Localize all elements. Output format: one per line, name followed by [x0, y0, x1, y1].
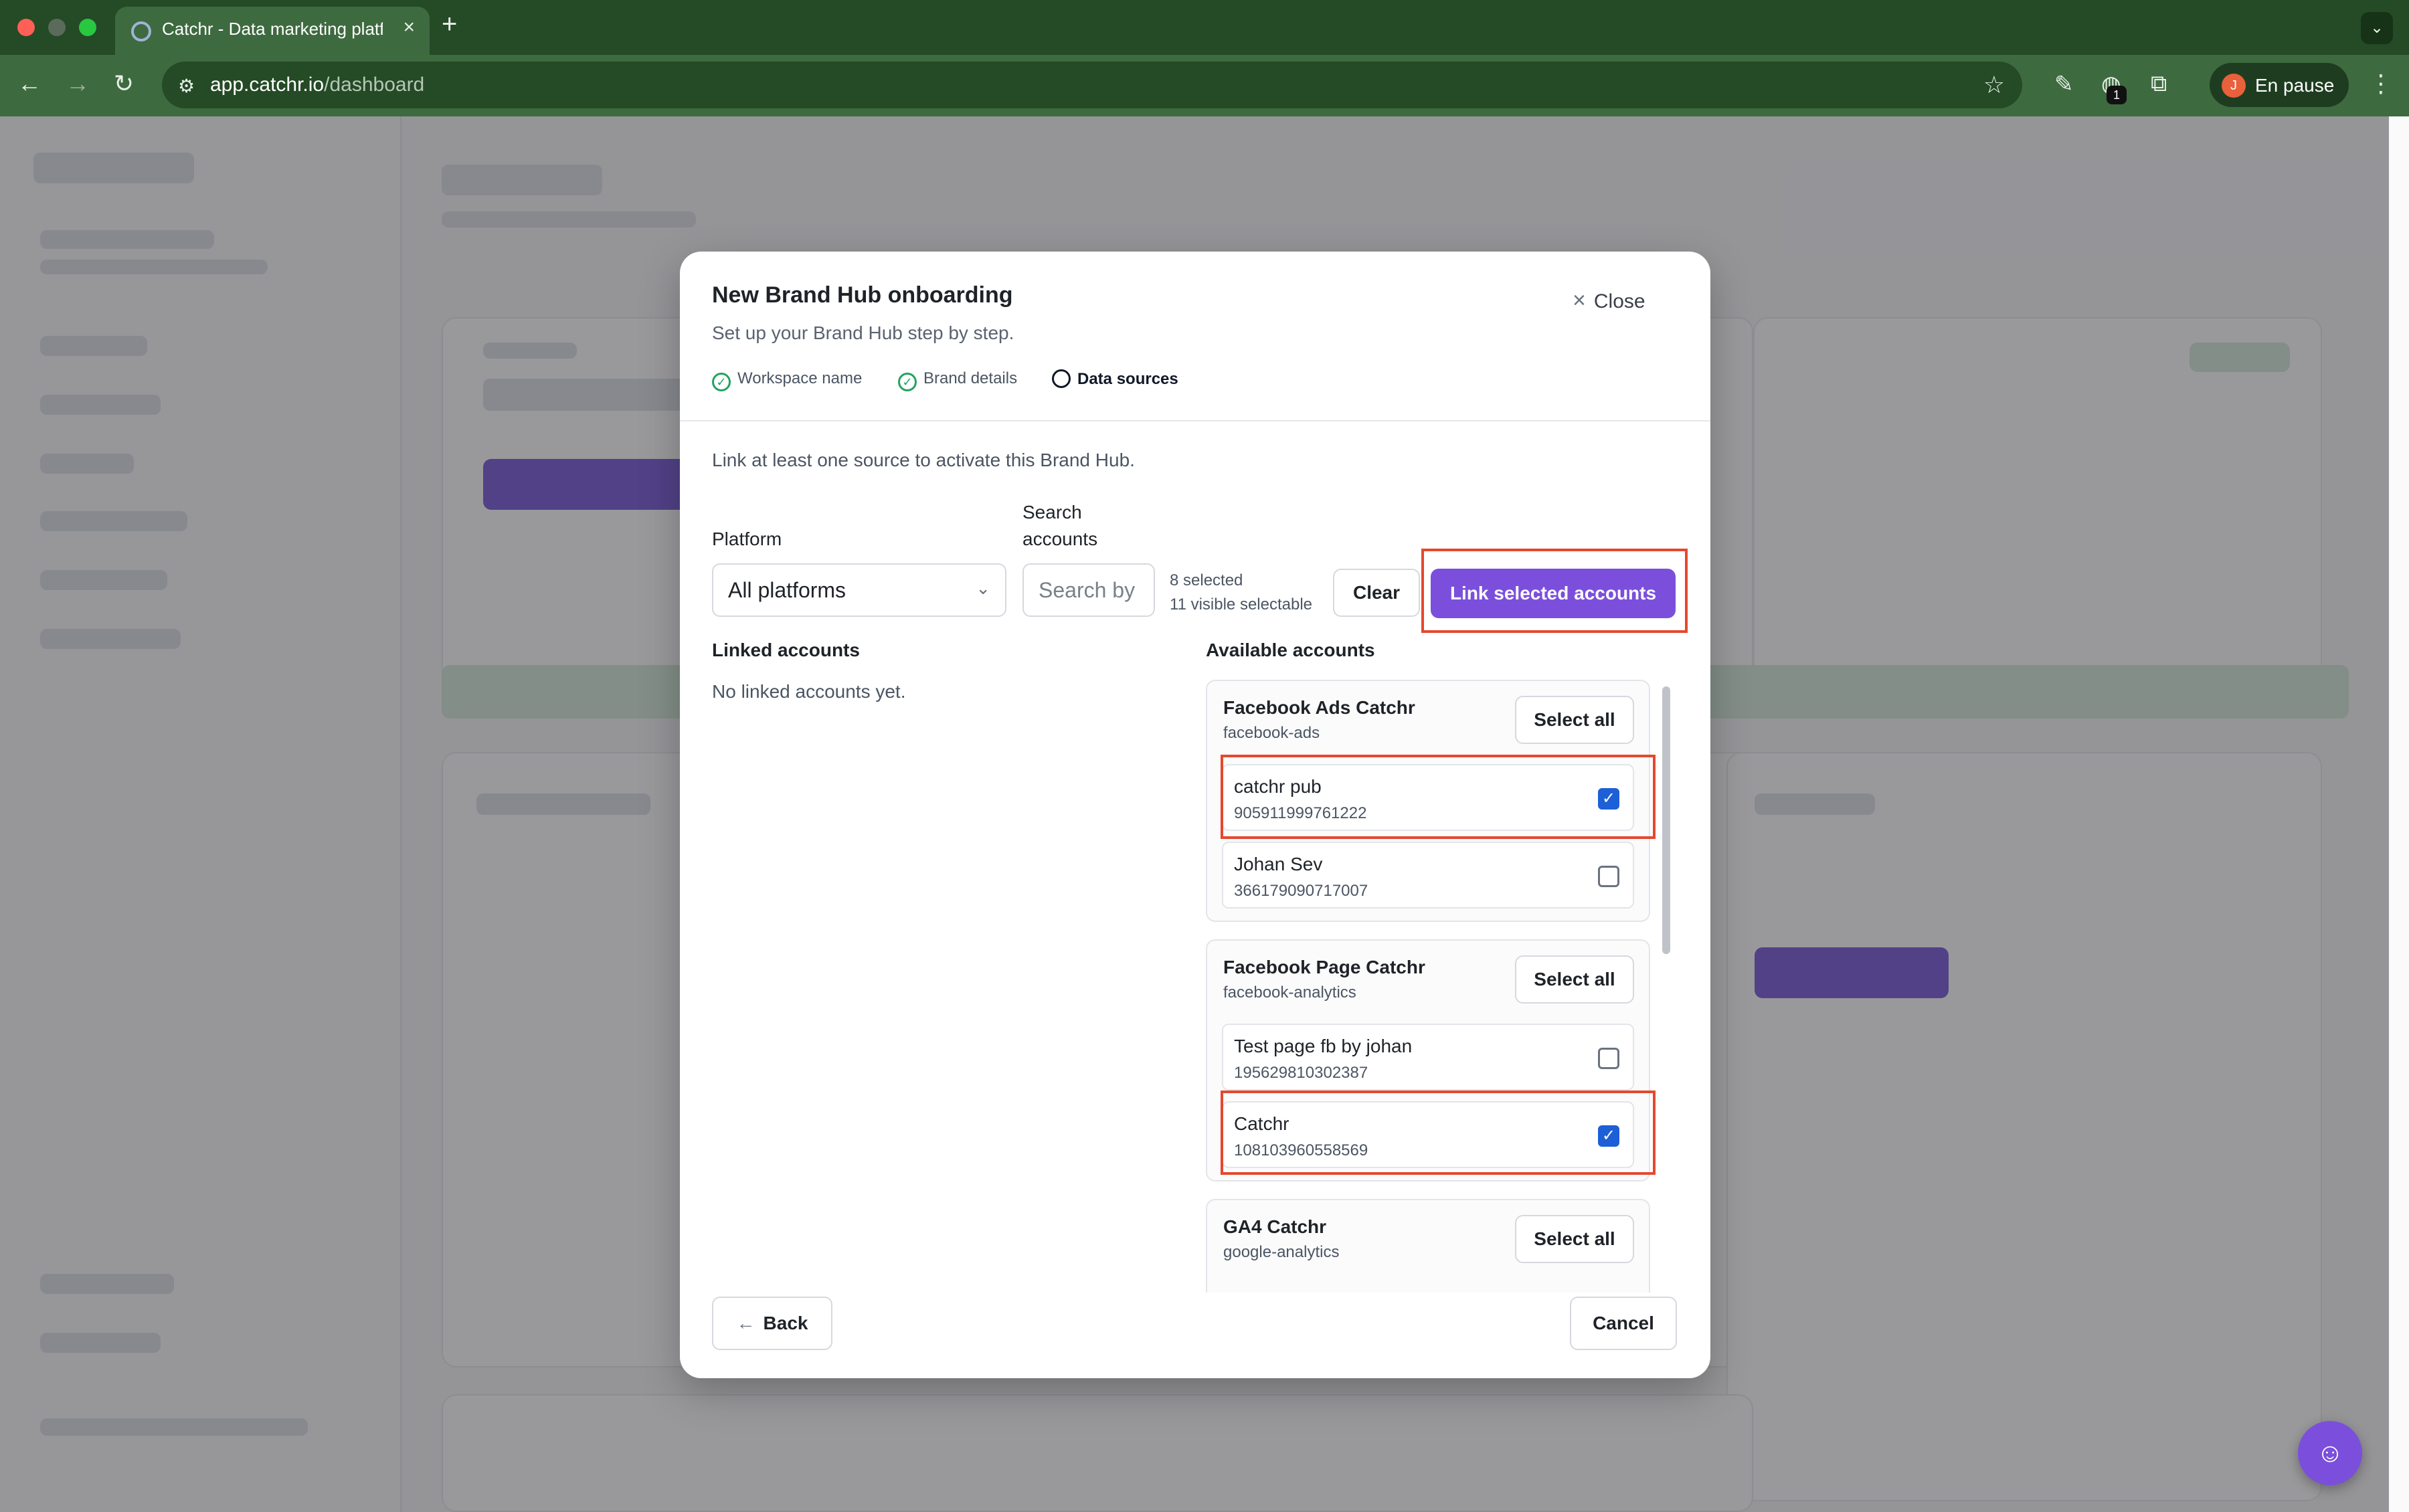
search-accounts-input[interactable]	[1024, 565, 1154, 616]
link-selected-accounts-button[interactable]: Link selected accounts	[1431, 569, 1676, 618]
group-name: Facebook Page Catchr	[1223, 957, 1425, 977]
group-platform: google-analytics	[1223, 1243, 1340, 1261]
step-brand-details: ✓ Brand details	[898, 369, 1017, 391]
cancel-button[interactable]: Cancel	[1570, 1297, 1677, 1350]
select-all-button[interactable]: Select all	[1515, 1215, 1634, 1263]
platform-label: Platform	[712, 529, 782, 549]
window-close-dot[interactable]	[17, 19, 35, 36]
clear-button[interactable]: Clear	[1333, 569, 1420, 617]
catchr-favicon-icon	[131, 21, 151, 41]
selection-summary: 8 selected 11 visible selectable	[1170, 569, 1312, 617]
modal-title: New Brand Hub onboarding	[712, 282, 1013, 308]
highlight-box	[1221, 755, 1656, 839]
forward-arrow-icon[interactable]: →	[66, 70, 90, 98]
selected-count: 8 selected	[1170, 571, 1243, 589]
browser-tab-catchr[interactable]: Catchr - Data marketing platform ×	[115, 7, 430, 55]
modal-subtitle: Set up your Brand Hub step by step.	[712, 322, 1014, 343]
platform-select[interactable]: All platforms ⌄	[712, 563, 1006, 617]
account-id: 366179090717007	[1234, 882, 1368, 900]
available-accounts-list[interactable]: Facebook Ads Catchr facebook-ads Select …	[1206, 680, 1681, 1293]
linked-accounts-empty: No linked accounts yet.	[712, 681, 906, 702]
available-accounts-title: Available accounts	[1206, 640, 1375, 660]
brand-hub-onboarding-modal: New Brand Hub onboarding Set up your Bra…	[680, 252, 1710, 1378]
step-workspace-name: ✓ Workspace name	[712, 369, 862, 391]
highlight-box	[1221, 1091, 1656, 1175]
avatar: J	[2222, 74, 2246, 98]
search-accounts-field[interactable]	[1022, 563, 1155, 617]
extension-badge: 1	[2107, 86, 2127, 104]
chat-icon[interactable]: ☺	[2298, 1421, 2362, 1485]
account-name: Johan Sev	[1234, 854, 1323, 874]
page-scrollbar[interactable]	[2389, 116, 2409, 1512]
profile-button[interactable]: J En pause	[2210, 63, 2349, 107]
intro-text: Link at least one source to activate thi…	[712, 450, 1135, 470]
profile-status: En pause	[2255, 75, 2335, 96]
tab-title: Catchr - Data marketing platform	[162, 19, 383, 39]
arrow-left-icon: ←	[736, 1313, 755, 1333]
select-all-button[interactable]: Select all	[1515, 696, 1634, 744]
visible-count: 11 visible selectable	[1170, 595, 1313, 613]
step-data-sources: Data sources	[1052, 369, 1178, 389]
group-platform: facebook-ads	[1223, 724, 1320, 742]
window-minimize-dot[interactable]	[48, 19, 66, 36]
extensions-puzzle-icon[interactable]: ⧉	[2151, 71, 2167, 97]
back-arrow-icon[interactable]: ←	[17, 70, 41, 98]
window-zoom-dot[interactable]	[79, 19, 96, 36]
bookmark-star-icon[interactable]: ☆	[1983, 71, 2005, 99]
account-checkbox[interactable]	[1598, 866, 1619, 887]
select-all-button[interactable]: Select all	[1515, 955, 1634, 1004]
group-platform: facebook-analytics	[1223, 983, 1356, 1002]
search-label: Search accounts	[1022, 502, 1098, 549]
account-row[interactable]: Test page fb by johan 195629810302387	[1222, 1024, 1634, 1091]
pen-tool-icon[interactable]: ✎	[2054, 71, 2074, 98]
group-name: Facebook Ads Catchr	[1223, 697, 1415, 718]
url-text: app.catchr.io/dashboard	[210, 74, 425, 96]
chevron-down-icon: ⌄	[976, 578, 990, 598]
new-tab-icon[interactable]: +	[442, 9, 457, 39]
close-button[interactable]: × Close	[1573, 288, 1645, 314]
site-settings-icon[interactable]: ⚙	[178, 75, 195, 97]
linked-accounts-title: Linked accounts	[712, 640, 860, 660]
tab-close-icon[interactable]: ×	[403, 16, 415, 39]
platform-select-value: All platforms	[728, 578, 846, 602]
account-row[interactable]: Johan Sev 366179090717007	[1222, 842, 1634, 909]
back-button[interactable]: ← Back	[712, 1297, 832, 1350]
current-step-circle-icon	[1052, 369, 1071, 388]
browser-tab-strip: Catchr - Data marketing platform × + ⌄	[0, 0, 2409, 55]
tab-search-chevron-icon[interactable]: ⌄	[2361, 12, 2393, 44]
reload-icon[interactable]: ↻	[114, 70, 134, 98]
browser-menu-icon[interactable]: ⋮	[2369, 70, 2393, 98]
account-name: Test page fb by johan	[1234, 1036, 1413, 1056]
group-name: GA4 Catchr	[1223, 1216, 1327, 1237]
account-group-ga4: GA4 Catchr google-analytics Select all	[1206, 1199, 1650, 1293]
close-icon: ×	[1573, 288, 1586, 313]
accounts-scrollbar[interactable]	[1662, 686, 1670, 954]
account-id: 195629810302387	[1234, 1064, 1368, 1082]
address-bar[interactable]: ⚙ app.catchr.io/dashboard ☆	[162, 62, 2022, 108]
header-divider	[680, 420, 1710, 421]
browser-toolbar: ← → ↻ ⚙ app.catchr.io/dashboard ☆ ✎ ◍ ⧉	[0, 55, 2409, 116]
account-checkbox[interactable]	[1598, 1048, 1619, 1069]
check-circle-icon: ✓	[712, 373, 731, 391]
check-circle-icon: ✓	[898, 373, 917, 391]
